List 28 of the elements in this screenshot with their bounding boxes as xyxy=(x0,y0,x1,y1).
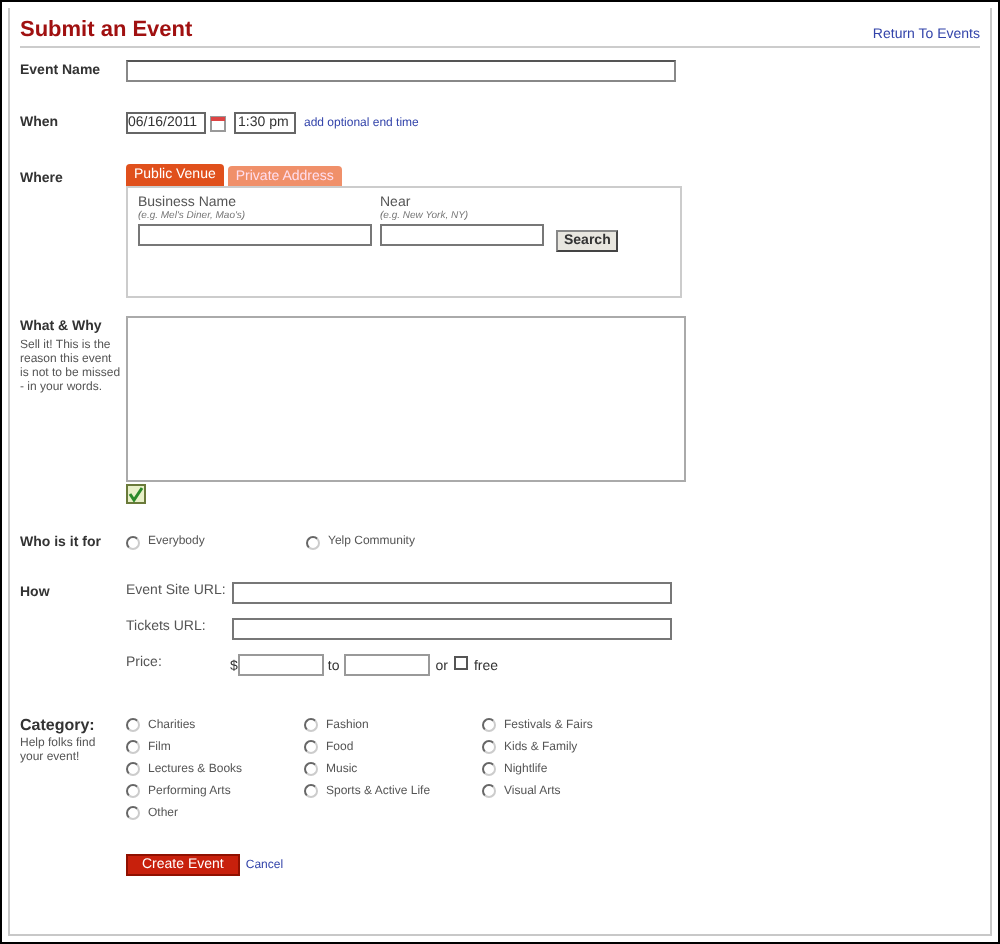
event-site-url-field[interactable] xyxy=(232,582,672,604)
free-checkbox[interactable] xyxy=(453,656,468,670)
radio-button[interactable] xyxy=(126,806,140,820)
page-title: Submit an Event xyxy=(20,20,193,42)
radio-button[interactable] xyxy=(126,740,140,754)
spellcheck-icon[interactable] xyxy=(126,484,146,504)
event-name-field[interactable] xyxy=(126,60,676,82)
radio-button[interactable] xyxy=(304,718,318,732)
radio-button[interactable] xyxy=(482,740,496,754)
radio-button[interactable] xyxy=(482,762,496,776)
field-label: Category: xyxy=(20,718,97,734)
near-field[interactable] xyxy=(380,224,544,246)
calendar-icon[interactable] xyxy=(210,116,226,132)
min-price-field[interactable] xyxy=(237,654,324,676)
radio-button[interactable] xyxy=(304,784,318,798)
description-field[interactable] xyxy=(126,316,686,482)
tickets-url-field[interactable] xyxy=(232,618,672,640)
radio-button[interactable] xyxy=(126,718,140,732)
radio-button[interactable] xyxy=(126,762,140,776)
radio-button[interactable] xyxy=(482,784,496,798)
radio-button[interactable] xyxy=(126,784,140,798)
radio-button[interactable] xyxy=(304,762,318,776)
max-price-field[interactable] xyxy=(343,654,430,676)
radio-button[interactable] xyxy=(482,718,496,732)
radio-button[interactable] xyxy=(304,740,318,754)
business-name-field[interactable] xyxy=(138,224,372,246)
radio-button[interactable] xyxy=(126,535,140,549)
radio-button[interactable] xyxy=(306,535,320,549)
